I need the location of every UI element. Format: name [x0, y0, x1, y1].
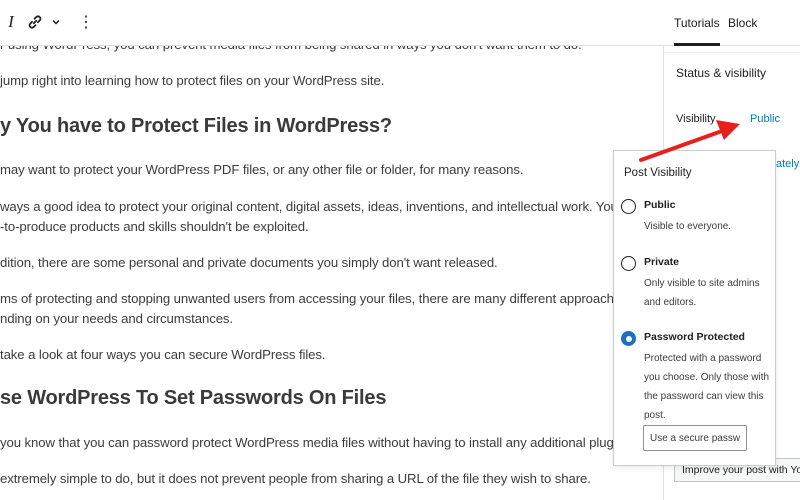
- paragraph-approaches-line2[interactable]: nding on your needs and circumstances.: [0, 309, 640, 329]
- more-vertical-icon: ⋮: [78, 14, 94, 31]
- option-label-public: Public: [644, 199, 676, 211]
- radio-password-protected[interactable]: [621, 331, 636, 346]
- italic-icon: I: [8, 12, 14, 31]
- heading-set-passwords[interactable]: se WordPress To Set Passwords On Files: [0, 387, 640, 410]
- paragraph-original-content[interactable]: ways a good idea to protect your origina…: [0, 197, 640, 217]
- visibility-label: Visibility: [676, 113, 716, 125]
- block-toolbar: I ⋮: [0, 0, 664, 46]
- paragraph-original-content-line2[interactable]: -to-produce products and skills shouldn'…: [0, 217, 640, 237]
- option-desc-private: Only visible to site admins and editors.: [644, 278, 760, 308]
- link-icon: [28, 15, 42, 29]
- paragraph-did-you-know[interactable]: you know that you can password protect W…: [0, 433, 640, 453]
- radio-public[interactable]: [621, 199, 636, 214]
- paragraph-intro[interactable]: jump right into learning how to protect …: [0, 71, 640, 91]
- option-label-password: Password Protected: [644, 331, 745, 343]
- options-button[interactable]: ⋮: [76, 10, 96, 34]
- option-desc-public: Visible to everyone.: [644, 221, 732, 232]
- password-input[interactable]: [643, 425, 747, 451]
- sidebar-tabs: Tutorials Block: [664, 0, 800, 46]
- paragraph-simple[interactable]: extremely simple to do, but it does not …: [0, 469, 640, 489]
- radio-private[interactable]: [621, 256, 636, 271]
- more-formats-button[interactable]: [48, 10, 64, 34]
- paragraph-approaches[interactable]: ms of protecting and stopping unwanted u…: [0, 289, 640, 309]
- tab-tutorials[interactable]: Tutorials: [674, 0, 720, 46]
- option-desc-password: Protected with a password you choose. On…: [644, 353, 770, 421]
- paragraph-personal-docs[interactable]: dition, there are some personal and priv…: [0, 253, 640, 273]
- popover-title: Post Visibility: [624, 167, 692, 179]
- italic-button[interactable]: I: [4, 10, 18, 34]
- paragraph-four-ways[interactable]: take a look at four ways you can secure …: [0, 345, 640, 365]
- panel-title-status-visibility[interactable]: Status & visibility: [676, 66, 766, 80]
- partial-link-text[interactable]: ately: [776, 158, 799, 170]
- option-label-private: Private: [644, 256, 680, 268]
- paragraph-reasons[interactable]: may want to protect your WordPress PDF f…: [0, 160, 640, 180]
- editor-content[interactable]: r using WordPress, you can prevent media…: [0, 0, 664, 500]
- chevron-down-icon: [52, 19, 60, 25]
- link-button[interactable]: [24, 10, 46, 34]
- sidebar-divider: [664, 52, 800, 53]
- visibility-toggle-link[interactable]: Public: [750, 113, 780, 125]
- tab-block[interactable]: Block: [728, 0, 758, 46]
- heading-why-protect[interactable]: y You have to Protect Files in WordPress…: [0, 115, 640, 138]
